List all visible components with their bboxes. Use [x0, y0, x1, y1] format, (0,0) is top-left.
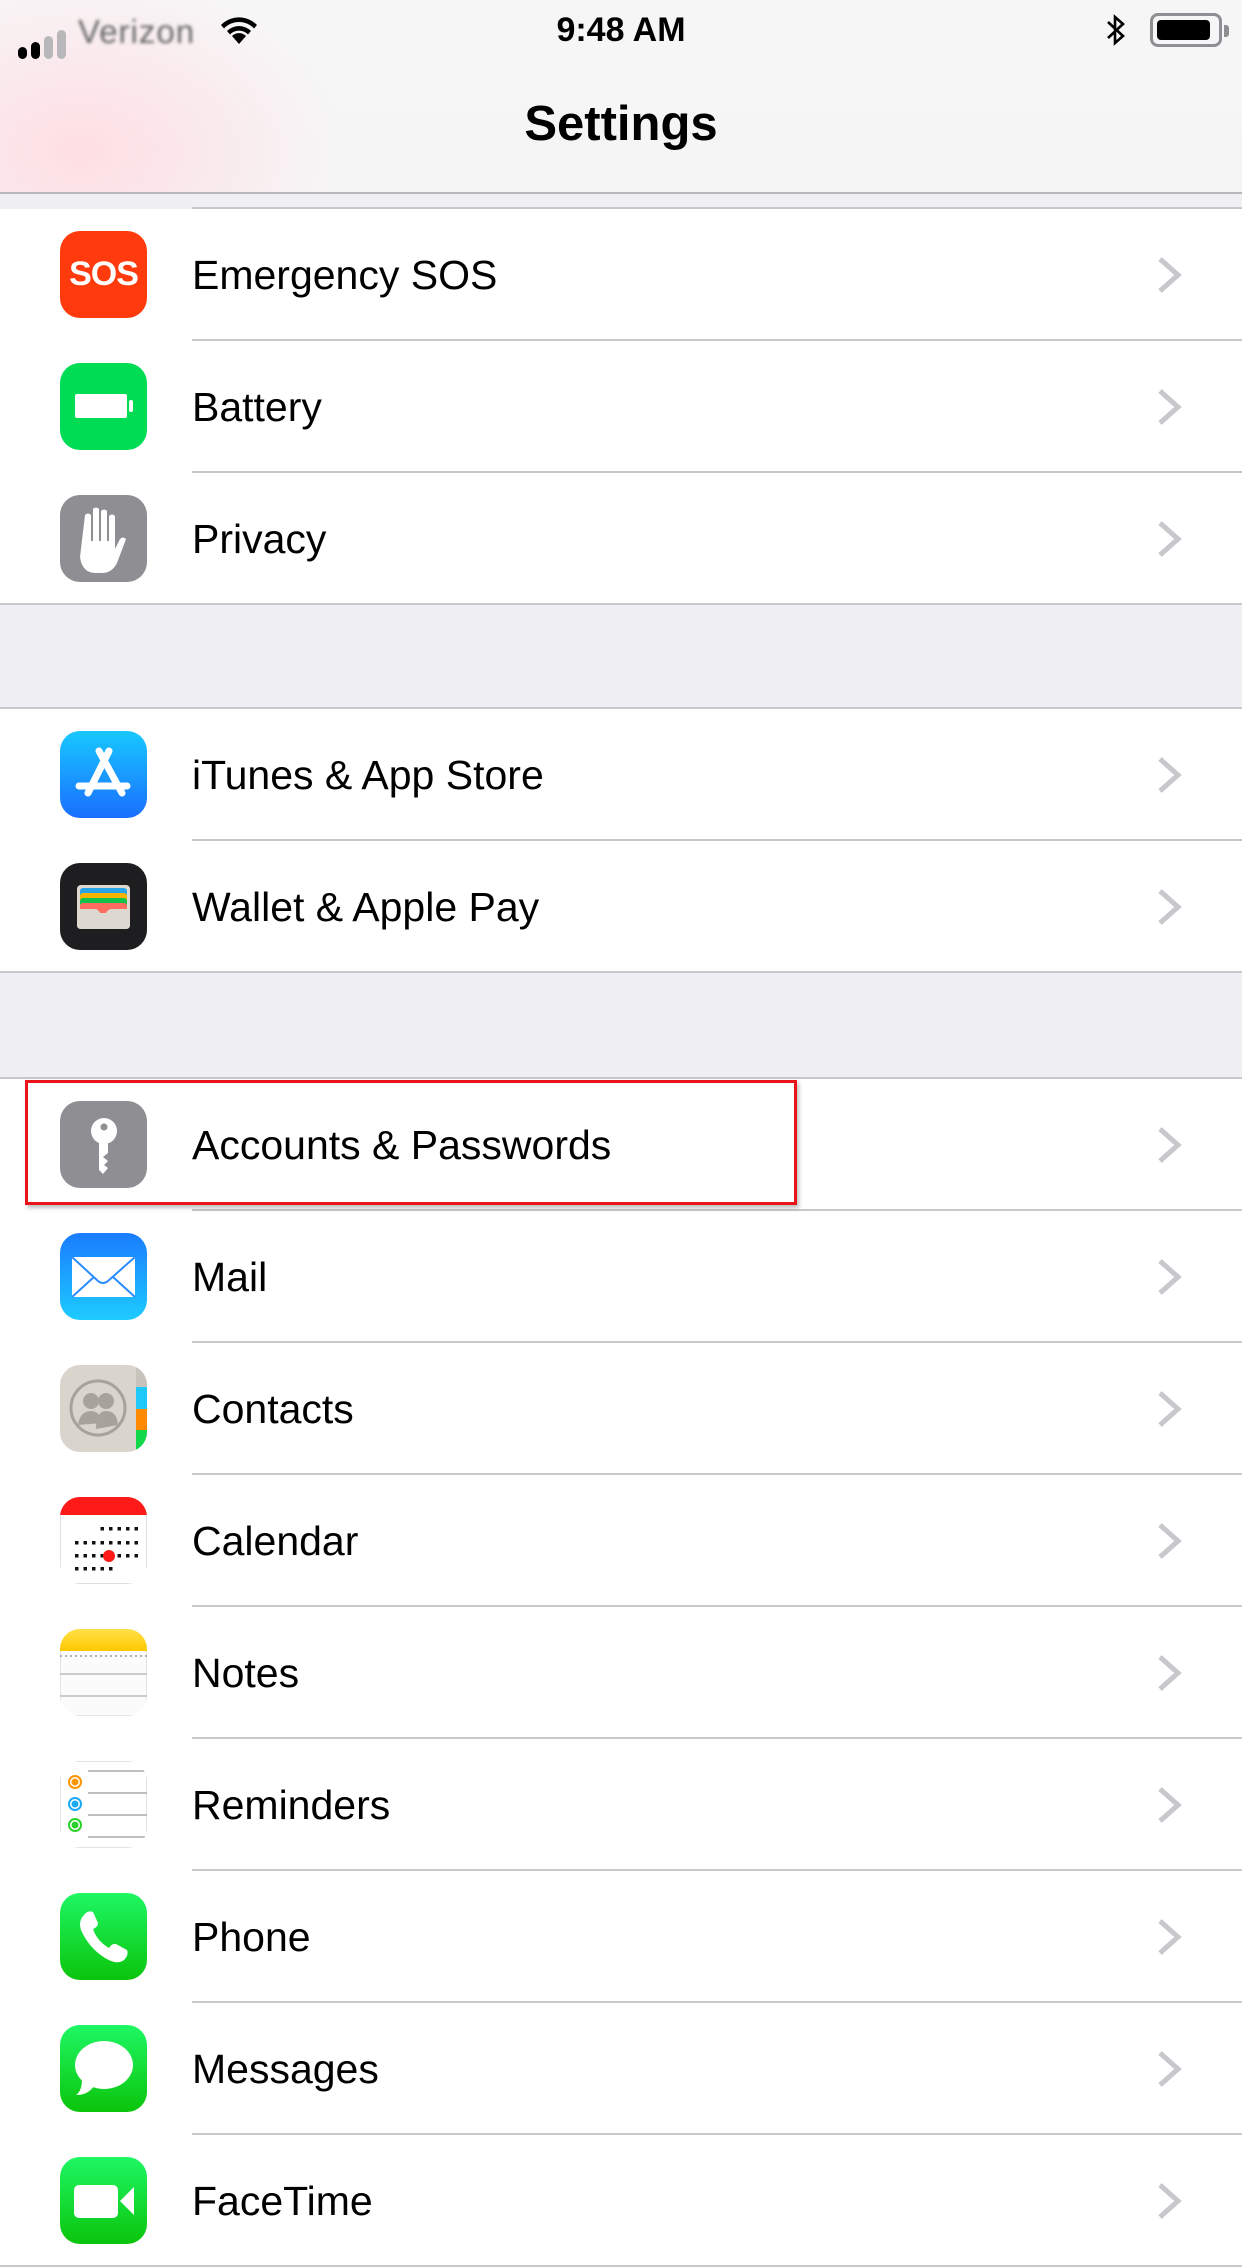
row-label: Phone — [192, 1914, 311, 1960]
row-label: Reminders — [192, 1782, 391, 1828]
row-label: Battery — [192, 384, 322, 430]
wallet-icon — [60, 863, 147, 950]
chevron-right-icon — [1156, 1125, 1184, 1165]
row-label: FaceTime — [192, 2178, 373, 2224]
settings-row-wallet-and-apple-pay[interactable]: Wallet & Apple Pay — [0, 841, 1242, 973]
chevron-right-icon — [1156, 2181, 1184, 2221]
row-label: Emergency SOS — [192, 252, 498, 298]
facetime-icon — [60, 2157, 147, 2244]
chevron-right-icon — [1156, 1917, 1184, 1957]
settings-row-phone[interactable]: Phone — [0, 1871, 1242, 2003]
settings-row-calendar[interactable]: Calendar — [0, 1475, 1242, 1607]
navigation-bar: Verizon 9:48 AM Settings — [0, 0, 1242, 194]
mail-icon — [60, 1233, 147, 1320]
row-label: Calendar — [192, 1518, 359, 1564]
chevron-right-icon — [1156, 1389, 1184, 1429]
settings-row-privacy[interactable]: Privacy — [0, 473, 1242, 605]
messages-icon — [60, 2025, 147, 2112]
settings-row-messages[interactable]: Messages — [0, 2003, 1242, 2135]
chevron-right-icon — [1156, 387, 1184, 427]
chevron-right-icon — [1156, 887, 1184, 927]
settings-row-facetime[interactable]: FaceTime — [0, 2135, 1242, 2267]
status-bar: Verizon 9:48 AM — [0, 0, 1242, 62]
sos-icon: SOS — [60, 231, 147, 318]
row-label: iTunes & App Store — [192, 752, 544, 798]
settings-row-notes[interactable]: Notes — [0, 1607, 1242, 1739]
reminders-icon — [60, 1761, 147, 1848]
chevron-right-icon — [1156, 2049, 1184, 2089]
settings-row-battery[interactable]: Battery — [0, 341, 1242, 473]
row-label: Notes — [192, 1650, 300, 1696]
row-label: Privacy — [192, 516, 327, 562]
calendar-icon — [60, 1497, 147, 1584]
notes-icon — [60, 1629, 147, 1716]
battery-level — [1157, 20, 1210, 40]
battery-nub — [1224, 25, 1229, 37]
chevron-right-icon — [1156, 755, 1184, 795]
chevron-right-icon — [1156, 255, 1184, 295]
highlight-annotation-box — [25, 1080, 797, 1205]
phone-icon — [60, 1893, 147, 1980]
settings-row-contacts[interactable]: Contacts — [0, 1343, 1242, 1475]
row-label: Contacts — [192, 1386, 354, 1432]
row-label: Mail — [192, 1254, 268, 1300]
chevron-right-icon — [1156, 519, 1184, 559]
contacts-icon — [60, 1365, 147, 1452]
separator — [0, 603, 1242, 605]
chevron-right-icon — [1156, 1257, 1184, 1297]
page-title: Settings — [524, 97, 718, 151]
chevron-right-icon — [1156, 1785, 1184, 1825]
battery-icon — [60, 363, 147, 450]
app-store-icon — [60, 731, 147, 818]
hand-icon — [60, 495, 147, 582]
row-label: Wallet & Apple Pay — [192, 884, 540, 930]
settings-row-mail[interactable]: Mail — [0, 1211, 1242, 1343]
separator — [0, 971, 1242, 973]
settings-row-reminders[interactable]: Reminders — [0, 1739, 1242, 1871]
row-label: Messages — [192, 2046, 379, 2092]
settings-row-emergency-sos[interactable]: SOS Emergency SOS — [0, 209, 1242, 341]
battery-indicator — [1150, 13, 1229, 47]
settings-row-itunes-and-app-store[interactable]: iTunes & App Store — [0, 709, 1242, 841]
chevron-right-icon — [1156, 1521, 1184, 1561]
status-time: 9:48 AM — [556, 11, 686, 49]
chevron-right-icon — [1156, 1653, 1184, 1693]
bluetooth-icon — [1104, 12, 1128, 48]
